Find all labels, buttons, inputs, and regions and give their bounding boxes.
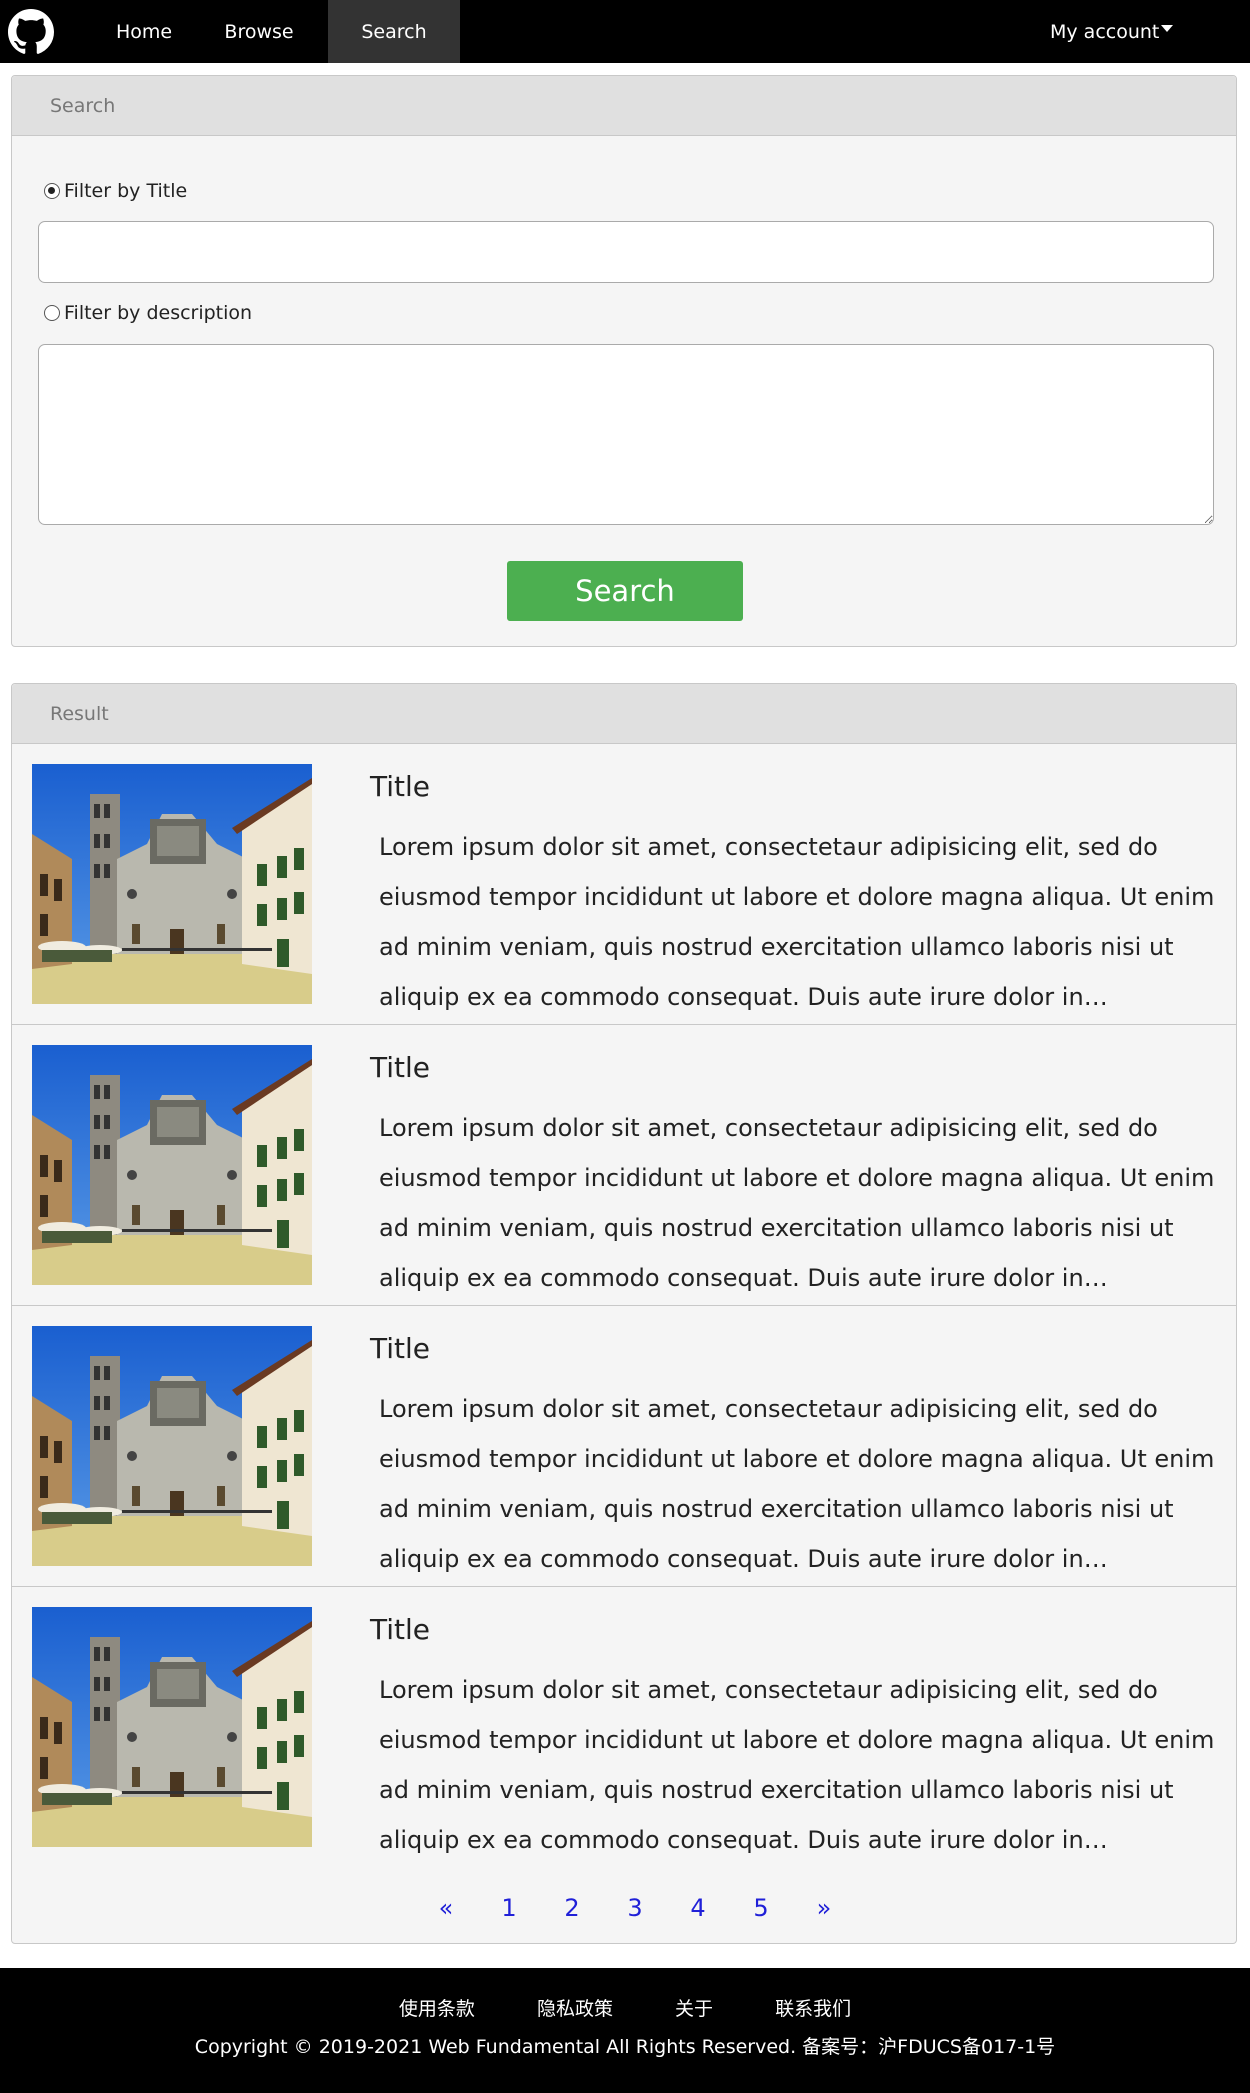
pagination-prev[interactable]: «	[431, 1894, 461, 1922]
description-search-textarea[interactable]	[38, 344, 1214, 525]
footer-link-about[interactable]: 关于	[675, 1994, 713, 2021]
result-description: Lorem ipsum dolor sit amet, consectetaur…	[379, 1103, 1219, 1303]
nav-browse[interactable]: Browse	[202, 0, 316, 63]
nav-search[interactable]: Search	[328, 0, 460, 63]
top-navbar: Home Browse Search My account	[0, 0, 1250, 63]
result-item[interactable]: Title Lorem ipsum dolor sit amet, consect…	[12, 1587, 1236, 1868]
caret-down-icon	[1161, 25, 1174, 32]
nav-home[interactable]: Home	[84, 0, 204, 63]
my-account-dropdown[interactable]: My account	[1050, 0, 1190, 63]
filter-by-description-option[interactable]: Filter by description	[44, 302, 252, 324]
github-logo-icon[interactable]	[8, 9, 54, 55]
footer-link-terms[interactable]: 使用条款	[399, 1994, 475, 2021]
result-panel: Result Title Lorem ipsum dolor sit amet,…	[11, 683, 1237, 1944]
result-description: Lorem ipsum dolor sit amet, consectetaur…	[379, 1384, 1219, 1584]
result-item[interactable]: Title Lorem ipsum dolor sit amet, consect…	[12, 1306, 1236, 1587]
result-title[interactable]: Title	[370, 1332, 430, 1365]
pagination-page-1[interactable]: 1	[494, 1894, 524, 1922]
footer-links: 使用条款 隐私政策 关于 联系我们	[0, 1994, 1250, 2021]
pagination-page-4[interactable]: 4	[683, 1894, 713, 1922]
result-panel-heading: Result	[12, 684, 1236, 744]
footer: 使用条款 隐私政策 关于 联系我们 Copyright © 2019-2021 …	[0, 1968, 1250, 2093]
title-search-input[interactable]	[38, 221, 1214, 283]
pagination: « 1 2 3 4 5 »	[12, 1894, 1236, 1934]
result-description: Lorem ipsum dolor sit amet, consectetaur…	[379, 1665, 1219, 1865]
pagination-page-5[interactable]: 5	[746, 1894, 776, 1922]
footer-link-privacy[interactable]: 隐私政策	[537, 1994, 613, 2021]
result-description-text: Lorem ipsum dolor sit amet, consectetaur…	[379, 1676, 1215, 1854]
result-description-text: Lorem ipsum dolor sit amet, consectetaur…	[379, 1114, 1215, 1292]
result-title[interactable]: Title	[370, 1613, 430, 1646]
result-title[interactable]: Title	[370, 1051, 430, 1084]
filter-title-label: Filter by Title	[64, 180, 188, 202]
footer-link-contact[interactable]: 联系我们	[775, 1994, 851, 2021]
result-thumbnail[interactable]	[32, 1326, 312, 1566]
pagination-page-2[interactable]: 2	[557, 1894, 587, 1922]
filter-description-label: Filter by description	[64, 302, 253, 324]
result-description-text: Lorem ipsum dolor sit amet, consectetaur…	[379, 833, 1215, 1011]
copyright-text: Copyright © 2019-2021 Web Fundamental Al…	[194, 2036, 1056, 2058]
search-button[interactable]: Search	[507, 561, 743, 621]
pagination-page-3[interactable]: 3	[620, 1894, 650, 1922]
result-description: Lorem ipsum dolor sit amet, consectetaur…	[379, 822, 1219, 1022]
result-thumbnail[interactable]	[32, 1607, 312, 1847]
result-title[interactable]: Title	[370, 770, 430, 803]
filter-title-radio[interactable]	[44, 183, 60, 199]
result-item[interactable]: Title Lorem ipsum dolor sit amet, consect…	[12, 1025, 1236, 1306]
result-thumbnail[interactable]	[32, 1045, 312, 1285]
filter-by-title-option[interactable]: Filter by Title	[44, 180, 187, 202]
result-thumbnail[interactable]	[32, 764, 312, 1004]
result-description-text: Lorem ipsum dolor sit amet, consectetaur…	[379, 1395, 1215, 1573]
filter-description-radio[interactable]	[44, 305, 60, 321]
result-item[interactable]: Title Lorem ipsum dolor sit amet, consect…	[12, 744, 1236, 1025]
my-account-label: My account	[1050, 21, 1160, 43]
pagination-next[interactable]: »	[809, 1894, 839, 1922]
search-panel-heading: Search	[12, 76, 1236, 136]
search-panel: Search Filter by Title Filter by descrip…	[11, 75, 1237, 647]
